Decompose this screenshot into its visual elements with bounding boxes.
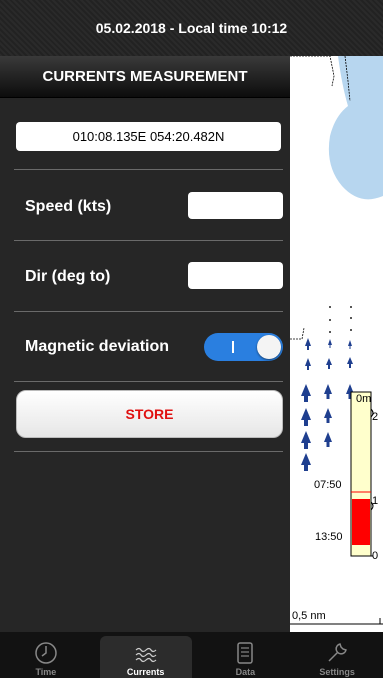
tide-gauge: [350, 391, 374, 557]
date-time-bar: 05.02.2018 - Local time 10:12: [0, 0, 383, 56]
tab-settings[interactable]: Settings: [291, 632, 383, 678]
wrench-icon: [328, 643, 348, 662]
current-arrows: [301, 338, 354, 471]
document-icon: [237, 642, 254, 664]
toggle-on-indicator: [232, 341, 234, 353]
tide-time-1: 07:50: [314, 479, 342, 491]
divider: [14, 169, 283, 170]
clock-icon: [35, 642, 57, 664]
magnetic-deviation-label: Magnetic deviation: [25, 338, 170, 355]
tab-bar: Time Currents Data Settings: [0, 632, 383, 678]
store-button[interactable]: STORE: [16, 390, 283, 438]
divider: [14, 451, 283, 452]
panel-title: CURRENTS MEASUREMENT: [0, 56, 290, 98]
tide-tick-0: 0: [372, 550, 379, 562]
current-dots: [329, 306, 352, 333]
tab-currents[interactable]: Currents: [99, 636, 192, 678]
tide-tick-2: 2: [372, 411, 379, 423]
direction-input[interactable]: [188, 262, 283, 289]
panel-title-text: CURRENTS MEASUREMENT: [42, 68, 248, 85]
tab-currents-label: Currents: [126, 667, 165, 677]
map-canvas: [290, 56, 383, 625]
tide-tick-1: 1: [372, 495, 379, 507]
waves-icon: [135, 647, 157, 663]
tab-settings-label: Settings: [319, 667, 355, 677]
tab-time-label: Time: [35, 667, 57, 677]
tab-time[interactable]: Time: [0, 632, 92, 678]
speed-label: Speed (kts): [25, 198, 112, 215]
toggle-knob: [257, 335, 281, 359]
chart-map[interactable]: 0m 2 1 0 07:50 13:50 0,5 nm: [290, 56, 383, 632]
tide-time-2: 13:50: [315, 531, 343, 543]
divider: [14, 381, 283, 382]
store-button-label: STORE: [125, 406, 174, 422]
water-area: [328, 56, 383, 200]
currents-panel: CURRENTS MEASUREMENT 010:08.135E 054:20.…: [0, 56, 290, 632]
tab-data-label: Data: [235, 667, 256, 677]
magnetic-deviation-toggle[interactable]: [204, 333, 283, 361]
tab-data[interactable]: Data: [200, 632, 292, 678]
speed-input[interactable]: [188, 192, 283, 219]
scale-label: 0,5 nm: [292, 610, 326, 622]
tide-zero-label: 0m: [356, 393, 372, 405]
position-value: 010:08.135E 054:20.482N: [72, 129, 225, 144]
direction-label: Dir (deg to): [25, 268, 111, 285]
date-time-title: 05.02.2018 - Local time 10:12: [95, 20, 288, 36]
divider: [14, 240, 283, 241]
divider: [14, 311, 283, 312]
position-field[interactable]: 010:08.135E 054:20.482N: [16, 122, 281, 151]
